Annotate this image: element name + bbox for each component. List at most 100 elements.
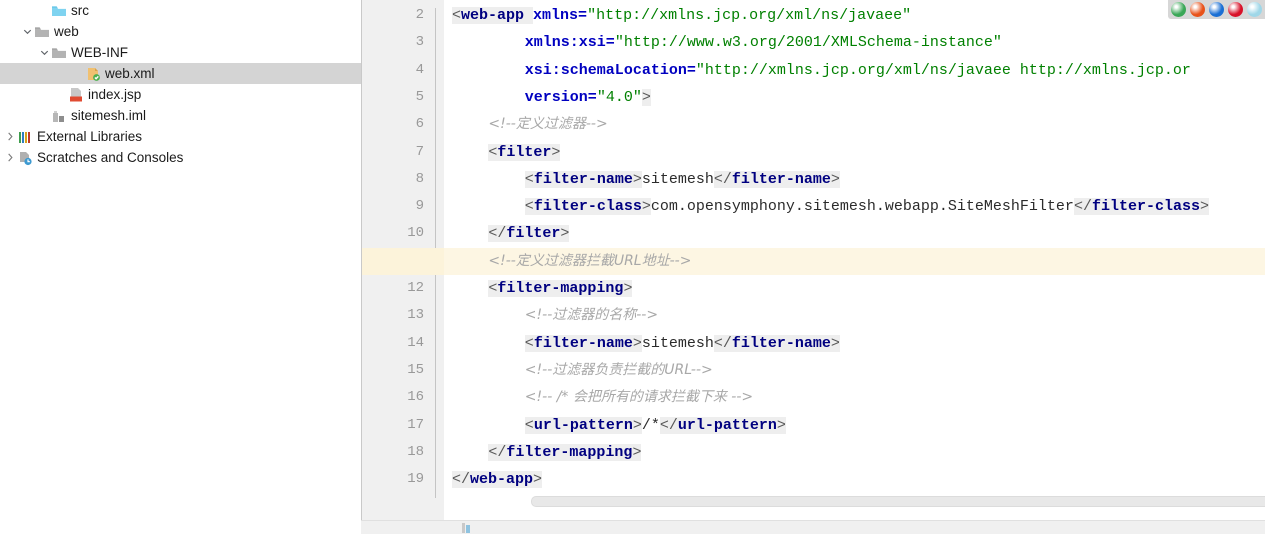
project-tree-panel[interactable]: src web WEB-INF web.xml index.jsp sitemesh.im…: [0, 0, 361, 534]
code-line[interactable]: xsi:schemaLocation="http://xmlns.jcp.org…: [444, 57, 1265, 84]
token-brk: >: [632, 334, 642, 352]
token-brk: >: [830, 334, 840, 352]
code-line-content: <!--过滤器负责拦截的URL-->: [444, 362, 713, 379]
code-line-content: <!-- /* 会把所有的请求拦截下来 -->: [444, 389, 753, 406]
code-line[interactable]: </web-app>: [444, 466, 1265, 493]
token-attr: xmlns:xsi=: [524, 34, 615, 52]
line-number: 9: [415, 198, 424, 215]
chevron-down-icon[interactable]: [21, 21, 34, 42]
code-line-content: <url-pattern>/*</url-pattern>: [444, 416, 786, 434]
tree-item-index-jsp[interactable]: index.jsp: [0, 84, 361, 105]
tree-item-web-inf[interactable]: WEB-INF: [0, 42, 361, 63]
code-line[interactable]: <!--定义过滤器-->: [444, 111, 1265, 138]
token-brk: </: [713, 170, 732, 188]
folder-icon: [51, 45, 67, 61]
line-number: 18: [407, 443, 424, 460]
tree-item-web-xml[interactable]: web.xml: [0, 63, 361, 84]
opera-icon[interactable]: [1228, 2, 1243, 17]
token-brk: <: [524, 170, 534, 188]
code-line[interactable]: <!--定义过滤器拦截URL地址-->: [444, 247, 1265, 275]
token-val: "http://xmlns.jcp.org/xml/ns/javaee": [587, 7, 912, 24]
tree-item-external-libraries[interactable]: External Libraries: [0, 126, 361, 147]
code-line[interactable]: <filter-name>sitemesh</filter-name>: [444, 330, 1265, 357]
token-brk: >: [560, 225, 570, 243]
code-line-content: </filter>: [444, 225, 570, 243]
code-line-content: <!--过滤器的名称-->: [444, 307, 658, 324]
tree-item-label: WEB-INF: [71, 45, 128, 60]
code-line[interactable]: </filter>: [444, 220, 1265, 247]
token-brk: >: [641, 88, 651, 106]
code-line[interactable]: <!-- /* 会把所有的请求拦截下来 -->: [444, 384, 1265, 411]
code-line-content: version="4.0">: [444, 88, 651, 106]
code-line[interactable]: xmlns:xsi="http://www.w3.org/2001/XMLSch…: [444, 29, 1265, 56]
firefox-icon[interactable]: [1190, 2, 1205, 17]
editor-bottom-strip: [361, 520, 1265, 534]
token-brk: <: [524, 416, 534, 434]
line-number: 10: [407, 225, 424, 242]
token-brk: </: [659, 416, 678, 434]
code-line-content: </filter-mapping>: [444, 443, 642, 461]
line-number: 4: [415, 61, 424, 78]
token-tag: filter-name: [731, 334, 831, 352]
token-val: "http://www.w3.org/2001/XMLSchema-instan…: [614, 34, 1002, 52]
xml-file-icon: [85, 66, 101, 82]
token-brk: <: [452, 7, 462, 24]
token-tag: [524, 7, 534, 24]
token-brk: <: [524, 334, 534, 352]
libraries-icon: [17, 129, 33, 145]
token-cmt: <!--定义过滤器拦截URL地址-->: [488, 252, 692, 269]
tree-item-label: index.jsp: [88, 87, 142, 102]
tree-item-web[interactable]: web: [0, 21, 361, 42]
chevron-right-icon[interactable]: [4, 126, 17, 147]
chevron-right-icon[interactable]: [4, 147, 17, 168]
tree-item-scratches-and-consoles[interactable]: Scratches and Consoles: [0, 147, 361, 168]
safari-icon[interactable]: [1247, 2, 1262, 17]
tree-item-label: web: [54, 24, 79, 39]
line-number: 13: [407, 307, 424, 324]
token-brk: </: [452, 471, 471, 489]
line-number: 2: [415, 7, 424, 23]
token-brk: >: [1199, 198, 1209, 216]
code-line[interactable]: <filter-mapping>: [444, 275, 1265, 302]
code-line[interactable]: <url-pattern>/*</url-pattern>: [444, 412, 1265, 439]
token-brk: </: [488, 443, 507, 461]
code-line[interactable]: <web-app xmlns="http://xmlns.jcp.org/xml…: [444, 2, 1265, 29]
code-line[interactable]: <!--过滤器负责拦截的URL-->: [444, 357, 1265, 384]
code-line[interactable]: <filter>: [444, 139, 1265, 166]
tree-item-label: Scratches and Consoles: [37, 150, 184, 165]
token-tag: web-app: [461, 7, 525, 24]
line-number: 15: [407, 361, 424, 378]
code-line[interactable]: </filter-mapping>: [444, 439, 1265, 466]
horizontal-scrollbar-thumb[interactable]: [531, 496, 1265, 507]
token-tag: filter-mapping: [506, 443, 633, 461]
code-content[interactable]: <web-app xmlns="http://xmlns.jcp.org/xml…: [444, 0, 1265, 513]
editor-panel[interactable]: 2345678910111213141516171819 <web-app xm…: [361, 0, 1265, 534]
code-line[interactable]: version="4.0">: [444, 84, 1265, 111]
token-tag: filter-mapping: [497, 280, 624, 297]
token-tag: filter-class: [533, 198, 642, 216]
line-number: 8: [415, 170, 424, 187]
token-txt: sitemesh: [641, 334, 714, 352]
token-tag: filter-class: [1091, 198, 1200, 216]
code-line-content: <filter>: [444, 143, 561, 161]
token-brk: >: [533, 471, 543, 489]
gutter-bottom-filler: [362, 500, 444, 521]
token-attr: version=: [524, 88, 597, 106]
code-line[interactable]: <filter-class>com.opensymphony.sitemesh.…: [444, 193, 1265, 220]
open-in-browser-toolbar[interactable]: [1168, 0, 1265, 19]
code-line[interactable]: <filter-name>sitemesh</filter-name>: [444, 166, 1265, 193]
chrome-icon[interactable]: [1171, 2, 1186, 17]
chevron-down-icon[interactable]: [38, 42, 51, 63]
token-brk: >: [776, 416, 786, 434]
tree-item-src[interactable]: src: [0, 0, 361, 21]
line-number: 16: [407, 389, 424, 406]
tree-item-sitemesh-iml[interactable]: sitemesh.iml: [0, 105, 361, 126]
token-brk: >: [551, 143, 561, 161]
line-number: 5: [415, 88, 424, 105]
code-line-content: <filter-class>com.opensymphony.sitemesh.…: [444, 198, 1209, 216]
line-number: 7: [415, 143, 424, 160]
token-brk: >: [632, 443, 642, 461]
edge-icon[interactable]: [1209, 2, 1224, 17]
code-line[interactable]: <!--过滤器的名称-->: [444, 302, 1265, 329]
